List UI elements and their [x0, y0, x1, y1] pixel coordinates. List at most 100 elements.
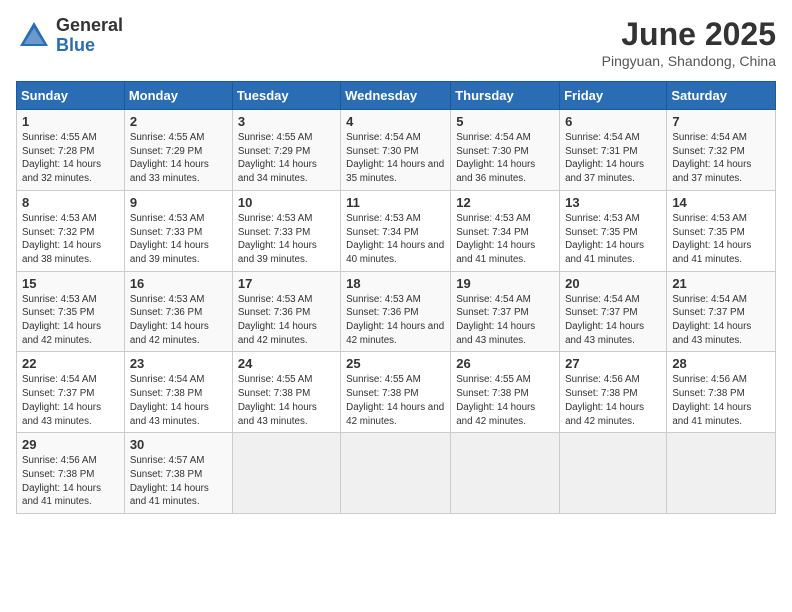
- day-number: 27: [565, 356, 661, 371]
- cell-info: Sunrise: 4:55 AMSunset: 7:28 PMDaylight:…: [22, 132, 101, 184]
- day-number: 13: [565, 195, 661, 210]
- cell-info: Sunrise: 4:57 AMSunset: 7:38 PMDaylight:…: [130, 455, 209, 507]
- cell-info: Sunrise: 4:53 AMSunset: 7:34 PMDaylight:…: [346, 213, 444, 265]
- day-number: 12: [456, 195, 554, 210]
- empty-cell: [667, 433, 776, 514]
- cell-info: Sunrise: 4:55 AMSunset: 7:29 PMDaylight:…: [130, 132, 209, 184]
- col-thursday: Thursday: [451, 82, 560, 110]
- week-row-3: 15 Sunrise: 4:53 AMSunset: 7:35 PMDaylig…: [17, 271, 776, 352]
- col-wednesday: Wednesday: [341, 82, 451, 110]
- day-number: 20: [565, 276, 661, 291]
- cell-info: Sunrise: 4:54 AMSunset: 7:37 PMDaylight:…: [22, 374, 101, 426]
- month-title: June 2025: [602, 16, 776, 53]
- cell-info: Sunrise: 4:54 AMSunset: 7:31 PMDaylight:…: [565, 132, 644, 184]
- cell-info: Sunrise: 4:53 AMSunset: 7:35 PMDaylight:…: [22, 294, 101, 346]
- week-row-1: 1 Sunrise: 4:55 AMSunset: 7:28 PMDayligh…: [17, 110, 776, 191]
- cell-info: Sunrise: 4:53 AMSunset: 7:36 PMDaylight:…: [130, 294, 209, 346]
- day-number: 25: [346, 356, 445, 371]
- day-cell-30: 30 Sunrise: 4:57 AMSunset: 7:38 PMDaylig…: [124, 433, 232, 514]
- day-cell-11: 11 Sunrise: 4:53 AMSunset: 7:34 PMDaylig…: [341, 190, 451, 271]
- cell-info: Sunrise: 4:56 AMSunset: 7:38 PMDaylight:…: [672, 374, 751, 426]
- day-number: 24: [238, 356, 335, 371]
- title-block: June 2025 Pingyuan, Shandong, China: [602, 16, 776, 69]
- day-cell-29: 29 Sunrise: 4:56 AMSunset: 7:38 PMDaylig…: [17, 433, 125, 514]
- cell-info: Sunrise: 4:53 AMSunset: 7:33 PMDaylight:…: [130, 213, 209, 265]
- day-cell-12: 12 Sunrise: 4:53 AMSunset: 7:34 PMDaylig…: [451, 190, 560, 271]
- week-row-5: 29 Sunrise: 4:56 AMSunset: 7:38 PMDaylig…: [17, 433, 776, 514]
- day-number: 22: [22, 356, 119, 371]
- day-number: 18: [346, 276, 445, 291]
- day-cell-10: 10 Sunrise: 4:53 AMSunset: 7:33 PMDaylig…: [232, 190, 340, 271]
- day-cell-14: 14 Sunrise: 4:53 AMSunset: 7:35 PMDaylig…: [667, 190, 776, 271]
- cell-info: Sunrise: 4:53 AMSunset: 7:35 PMDaylight:…: [672, 213, 751, 265]
- cell-info: Sunrise: 4:54 AMSunset: 7:30 PMDaylight:…: [456, 132, 535, 184]
- day-cell-18: 18 Sunrise: 4:53 AMSunset: 7:36 PMDaylig…: [341, 271, 451, 352]
- day-cell-21: 21 Sunrise: 4:54 AMSunset: 7:37 PMDaylig…: [667, 271, 776, 352]
- day-cell-7: 7 Sunrise: 4:54 AMSunset: 7:32 PMDayligh…: [667, 110, 776, 191]
- day-number: 5: [456, 114, 554, 129]
- day-cell-28: 28 Sunrise: 4:56 AMSunset: 7:38 PMDaylig…: [667, 352, 776, 433]
- day-cell-17: 17 Sunrise: 4:53 AMSunset: 7:36 PMDaylig…: [232, 271, 340, 352]
- empty-cell: [560, 433, 667, 514]
- empty-cell: [341, 433, 451, 514]
- cell-info: Sunrise: 4:53 AMSunset: 7:36 PMDaylight:…: [238, 294, 317, 346]
- day-cell-9: 9 Sunrise: 4:53 AMSunset: 7:33 PMDayligh…: [124, 190, 232, 271]
- cell-info: Sunrise: 4:54 AMSunset: 7:30 PMDaylight:…: [346, 132, 444, 184]
- cell-info: Sunrise: 4:53 AMSunset: 7:33 PMDaylight:…: [238, 213, 317, 265]
- day-cell-22: 22 Sunrise: 4:54 AMSunset: 7:37 PMDaylig…: [17, 352, 125, 433]
- day-number: 4: [346, 114, 445, 129]
- day-number: 16: [130, 276, 227, 291]
- day-number: 2: [130, 114, 227, 129]
- week-row-4: 22 Sunrise: 4:54 AMSunset: 7:37 PMDaylig…: [17, 352, 776, 433]
- empty-cell: [451, 433, 560, 514]
- cell-info: Sunrise: 4:56 AMSunset: 7:38 PMDaylight:…: [565, 374, 644, 426]
- col-sunday: Sunday: [17, 82, 125, 110]
- day-cell-23: 23 Sunrise: 4:54 AMSunset: 7:38 PMDaylig…: [124, 352, 232, 433]
- week-row-2: 8 Sunrise: 4:53 AMSunset: 7:32 PMDayligh…: [17, 190, 776, 271]
- day-cell-6: 6 Sunrise: 4:54 AMSunset: 7:31 PMDayligh…: [560, 110, 667, 191]
- logo-blue-text: Blue: [56, 36, 123, 56]
- day-number: 29: [22, 437, 119, 452]
- calendar-header-row: Sunday Monday Tuesday Wednesday Thursday…: [17, 82, 776, 110]
- day-cell-1: 1 Sunrise: 4:55 AMSunset: 7:28 PMDayligh…: [17, 110, 125, 191]
- day-cell-15: 15 Sunrise: 4:53 AMSunset: 7:35 PMDaylig…: [17, 271, 125, 352]
- day-number: 1: [22, 114, 119, 129]
- cell-info: Sunrise: 4:53 AMSunset: 7:35 PMDaylight:…: [565, 213, 644, 265]
- cell-info: Sunrise: 4:53 AMSunset: 7:32 PMDaylight:…: [22, 213, 101, 265]
- day-cell-25: 25 Sunrise: 4:55 AMSunset: 7:38 PMDaylig…: [341, 352, 451, 433]
- day-cell-13: 13 Sunrise: 4:53 AMSunset: 7:35 PMDaylig…: [560, 190, 667, 271]
- cell-info: Sunrise: 4:53 AMSunset: 7:36 PMDaylight:…: [346, 294, 444, 346]
- day-number: 3: [238, 114, 335, 129]
- day-number: 14: [672, 195, 770, 210]
- day-cell-24: 24 Sunrise: 4:55 AMSunset: 7:38 PMDaylig…: [232, 352, 340, 433]
- logo-text: General Blue: [56, 16, 123, 56]
- cell-info: Sunrise: 4:56 AMSunset: 7:38 PMDaylight:…: [22, 455, 101, 507]
- day-cell-2: 2 Sunrise: 4:55 AMSunset: 7:29 PMDayligh…: [124, 110, 232, 191]
- cell-info: Sunrise: 4:54 AMSunset: 7:37 PMDaylight:…: [565, 294, 644, 346]
- empty-cell: [232, 433, 340, 514]
- day-cell-20: 20 Sunrise: 4:54 AMSunset: 7:37 PMDaylig…: [560, 271, 667, 352]
- day-cell-27: 27 Sunrise: 4:56 AMSunset: 7:38 PMDaylig…: [560, 352, 667, 433]
- cell-info: Sunrise: 4:54 AMSunset: 7:37 PMDaylight:…: [456, 294, 535, 346]
- day-number: 7: [672, 114, 770, 129]
- day-number: 30: [130, 437, 227, 452]
- logo: General Blue: [16, 16, 123, 56]
- col-friday: Friday: [560, 82, 667, 110]
- day-number: 8: [22, 195, 119, 210]
- logo-general-text: General: [56, 16, 123, 36]
- day-number: 15: [22, 276, 119, 291]
- col-tuesday: Tuesday: [232, 82, 340, 110]
- day-cell-26: 26 Sunrise: 4:55 AMSunset: 7:38 PMDaylig…: [451, 352, 560, 433]
- day-cell-8: 8 Sunrise: 4:53 AMSunset: 7:32 PMDayligh…: [17, 190, 125, 271]
- day-cell-16: 16 Sunrise: 4:53 AMSunset: 7:36 PMDaylig…: [124, 271, 232, 352]
- cell-info: Sunrise: 4:55 AMSunset: 7:38 PMDaylight:…: [456, 374, 535, 426]
- day-cell-5: 5 Sunrise: 4:54 AMSunset: 7:30 PMDayligh…: [451, 110, 560, 191]
- day-number: 11: [346, 195, 445, 210]
- col-saturday: Saturday: [667, 82, 776, 110]
- location-text: Pingyuan, Shandong, China: [602, 53, 776, 69]
- day-number: 10: [238, 195, 335, 210]
- day-cell-4: 4 Sunrise: 4:54 AMSunset: 7:30 PMDayligh…: [341, 110, 451, 191]
- cell-info: Sunrise: 4:55 AMSunset: 7:38 PMDaylight:…: [238, 374, 317, 426]
- day-number: 19: [456, 276, 554, 291]
- day-cell-19: 19 Sunrise: 4:54 AMSunset: 7:37 PMDaylig…: [451, 271, 560, 352]
